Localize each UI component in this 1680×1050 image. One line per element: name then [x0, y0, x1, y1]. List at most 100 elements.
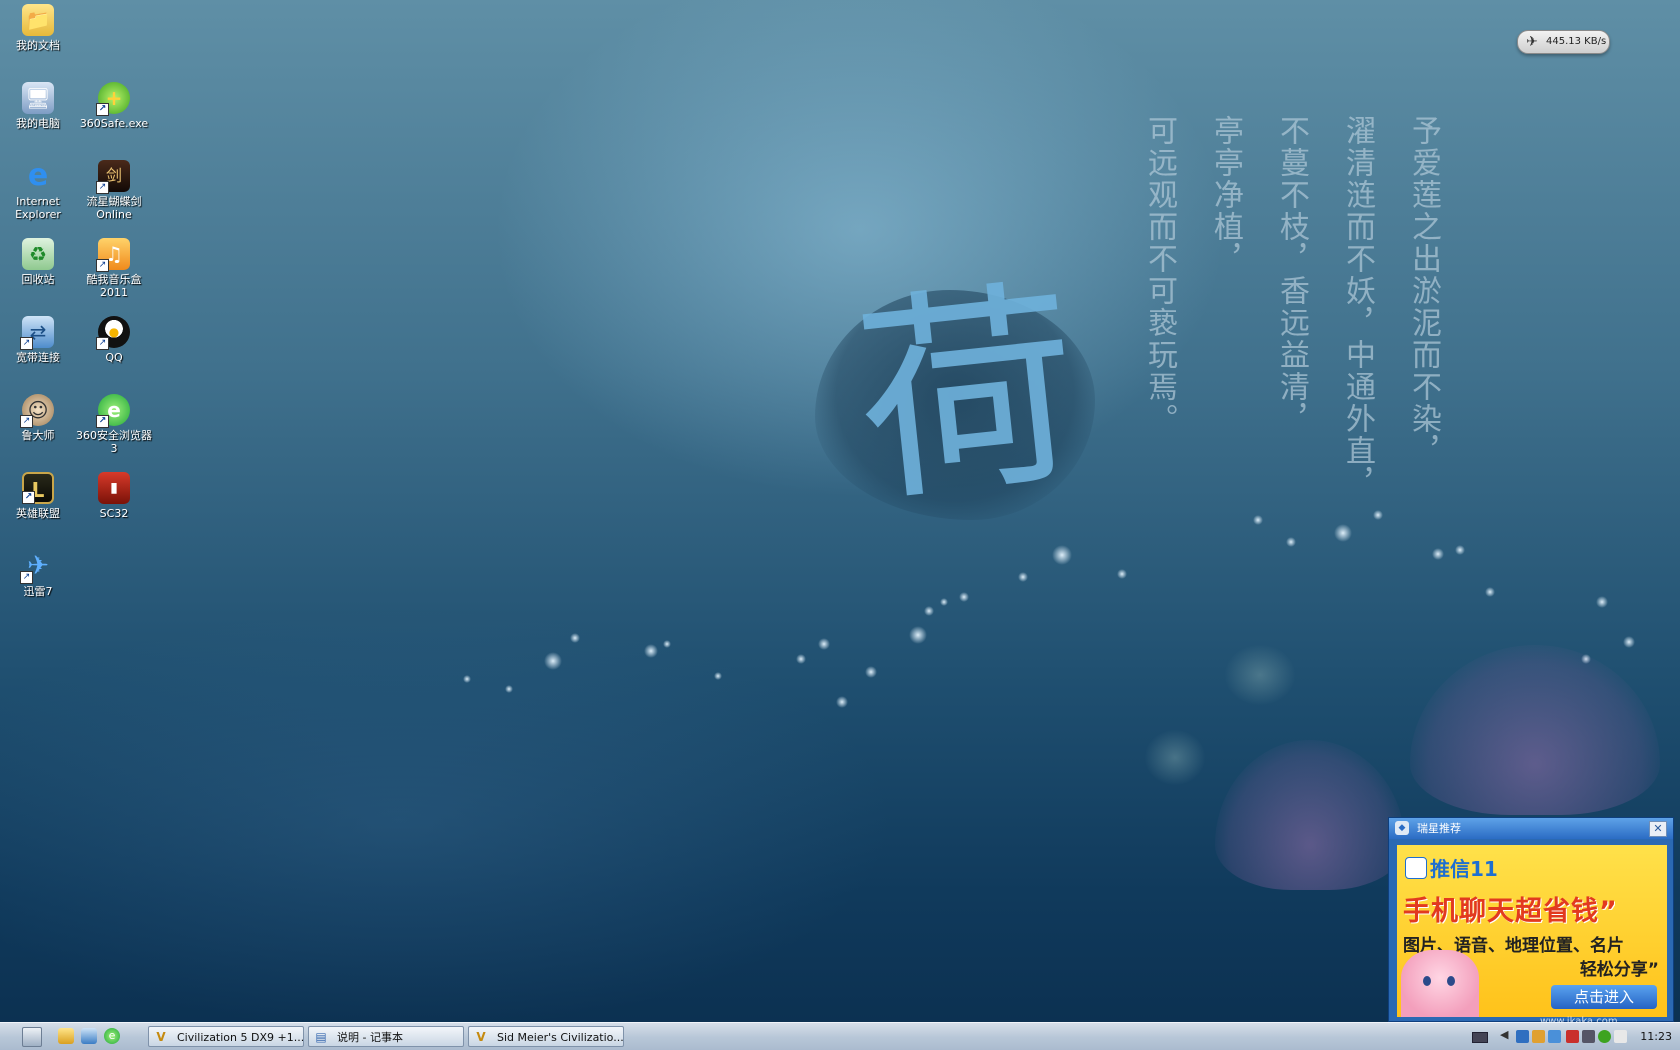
poem-column-3: 不蔓不枝，香远益清， [1274, 115, 1309, 435]
keyboard-icon[interactable] [1472, 1032, 1488, 1043]
quicklaunch-show-desktop-icon[interactable] [81, 1028, 97, 1044]
icon-label: 迅雷7 [23, 585, 53, 598]
eye [1447, 976, 1455, 986]
light-dot [818, 638, 830, 650]
desktop-icon-internet-explorer[interactable]: e Internet Explorer [0, 160, 76, 222]
desktop-icon-360-browser[interactable]: e ↗ 360安全浏览器 3 [76, 394, 152, 455]
360safe-icon: + ↗ [96, 82, 130, 116]
desktop-icon-my-documents[interactable]: 📁 我的文档 [0, 4, 76, 52]
tray-misc-icon[interactable] [1614, 1030, 1627, 1043]
light-dot [1334, 524, 1352, 542]
tray-expand-icon[interactable]: ◀ [1500, 1028, 1508, 1041]
desktop-icon-game[interactable]: 剑 ↗ 流星蝴蝶剑Online [76, 160, 152, 221]
rising-recommend-popup: ◆ 瑞星推荐 ✕ 推信11 手机聊天超省钱” 图片、语音、地理位置、名片 轻松分… [1388, 817, 1674, 1022]
task-civilization-dx9[interactable]: V Civilization 5 DX9 +1... [148, 1026, 304, 1047]
light-dot [865, 666, 877, 678]
light-dot [940, 598, 948, 606]
civ5-icon: V [156, 1030, 166, 1044]
shortcut-arrow-icon: ↗ [20, 415, 33, 428]
poem-column-4: 亭亭净植， [1208, 115, 1243, 275]
icon-label: QQ [105, 351, 123, 364]
civ5-icon: V [476, 1030, 486, 1044]
light-dot [1432, 548, 1444, 560]
light-dot [1485, 587, 1495, 597]
ad-banner[interactable]: 推信11 手机聊天超省钱” 图片、语音、地理位置、名片 轻松分享” 点击进入 [1397, 845, 1667, 1017]
lol-icon: L ↗ [22, 472, 54, 504]
tray-360safe-icon[interactable] [1598, 1030, 1611, 1043]
icon-label: Internet Explorer [15, 195, 61, 221]
xunlei-plane-icon: ✈ [1526, 34, 1538, 50]
broadband-icon: ⇄ ↗ [20, 316, 54, 350]
light-dot [924, 606, 934, 616]
net-speed-value: 445.13 KB/s [1546, 36, 1607, 47]
desktop-icon-broadband[interactable]: ⇄ ↗ 宽带连接 [0, 316, 76, 364]
poem-column-5: 可远观而不可亵玩焉。 [1142, 115, 1177, 435]
my-computer-icon: 🖥 [22, 82, 54, 114]
net-speed-widget[interactable]: ✈ 445.13 KB/s [1517, 30, 1610, 54]
quicklaunch-folder-icon[interactable] [58, 1028, 74, 1044]
light-dot [544, 652, 562, 670]
icon-label: 英雄联盟 [16, 507, 60, 520]
desktop-icon-qq[interactable]: ● ↗ QQ [76, 316, 152, 364]
icon-label: 360Safe.exe [79, 117, 149, 130]
desktop-icon-my-computer[interactable]: 🖥 我的电脑 [0, 82, 76, 130]
desktop-icon-recycle-bin[interactable]: ♻ 回收站 [0, 238, 76, 286]
shortcut-arrow-icon: ↗ [22, 491, 35, 504]
light-dot [1623, 636, 1635, 648]
light-dot [836, 696, 848, 708]
tray-antivirus-icon[interactable] [1566, 1030, 1579, 1043]
wallpaper-character: 荷 [845, 256, 1091, 534]
game-sword-icon: 剑 ↗ [96, 160, 130, 194]
quicklaunch-360-browser-icon[interactable]: e [104, 1028, 120, 1044]
light-dot [1253, 515, 1263, 525]
shortcut-arrow-icon: ↗ [20, 337, 33, 350]
task-sid-meiers-civilization[interactable]: V Sid Meier's Civilizatio... [468, 1026, 624, 1047]
desktop-icon-xunlei[interactable]: ✈ ↗ 迅雷7 [0, 550, 76, 598]
ad-headline: 手机聊天超省钱” [1403, 896, 1618, 927]
tray-speaker-icon[interactable] [1582, 1030, 1595, 1043]
taskbar: e V Civilization 5 DX9 +1... ▤ 说明 - 记事本 … [0, 1022, 1680, 1050]
light-dot [1455, 545, 1465, 555]
icon-label: SC32 [99, 507, 129, 520]
tray-network-icon[interactable] [1516, 1030, 1529, 1043]
tray-folder-icon[interactable] [1532, 1030, 1545, 1043]
shortcut-arrow-icon: ↗ [96, 181, 109, 194]
desktop-icon-360safe[interactable]: + ↗ 360Safe.exe [76, 82, 152, 130]
task-notepad[interactable]: ▤ 说明 - 记事本 [308, 1026, 464, 1047]
lotus-flower [1215, 740, 1405, 890]
poem-column-1: 予爱莲之出淤泥而不染， [1406, 115, 1441, 467]
tray-monitor-icon[interactable] [1548, 1030, 1561, 1043]
recycle-bin-icon: ♻ [22, 238, 54, 270]
light-dot [909, 626, 927, 644]
taskbar-clock[interactable]: 11:23 [1640, 1023, 1672, 1050]
icon-label: 360安全浏览器 3 [76, 429, 152, 455]
task-label: 说明 - 记事本 [337, 1031, 403, 1044]
desktop-icon-sc32[interactable]: ▮ SC32 [76, 472, 152, 520]
shortcut-arrow-icon: ↗ [20, 571, 33, 584]
popup-close-button[interactable]: ✕ [1649, 821, 1667, 837]
rising-shield-icon: ◆ [1395, 821, 1409, 835]
anime-girl-illustration [1401, 950, 1479, 1017]
desktop-icon-kuwo[interactable]: ♫ ↗ 酷我音乐盒2011 [76, 238, 152, 299]
light-dot [1596, 596, 1608, 608]
light-dot [796, 654, 806, 664]
sc32-icon: ▮ [98, 472, 130, 504]
desktop-icon-lol[interactable]: L ↗ 英雄联盟 [0, 472, 76, 520]
ad-enter-button[interactable]: 点击进入 [1551, 985, 1657, 1009]
ludashi-icon: ☺ ↗ [20, 394, 54, 428]
popup-title: 瑞星推荐 [1417, 822, 1461, 835]
ad-brand: 推信11 [1405, 853, 1498, 882]
light-dot [463, 675, 471, 683]
shortcut-arrow-icon: ↗ [96, 103, 109, 116]
light-dot [959, 592, 969, 602]
lotus-flower [1410, 645, 1660, 815]
icon-label: 回收站 [21, 273, 55, 286]
start-button[interactable] [22, 1027, 42, 1047]
lotus-bud [1225, 645, 1295, 705]
icon-label: 鲁大师 [21, 429, 55, 442]
lotus-bud [1145, 730, 1205, 785]
360-browser-icon: e ↗ [96, 394, 130, 428]
desktop-icon-ludashi[interactable]: ☺ ↗ 鲁大师 [0, 394, 76, 442]
ad-share-text: 轻松分享” [1579, 960, 1659, 980]
ad-brand-text: 推信11 [1430, 857, 1498, 881]
